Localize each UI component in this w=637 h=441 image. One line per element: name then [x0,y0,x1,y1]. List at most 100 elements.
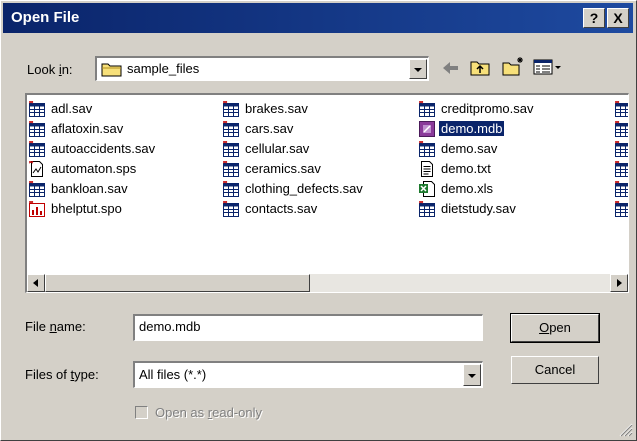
file-item[interactable]: brakes.sav [222,99,365,119]
open-file-dialog: Open File ? X Look in: sample_files adl.… [0,0,637,441]
file-name-label-key: n [49,319,57,334]
file-item[interactable]: bhelptut.spo [28,199,157,219]
txt-icon [419,161,435,177]
scroll-left-icon [33,279,38,287]
file-item[interactable]: demo.txt [419,159,535,179]
file-name-label-pre: File [25,319,50,334]
help-button[interactable]: ? [583,8,605,28]
dialog-title: Open File [11,9,80,26]
file-item-clipped[interactable] [614,179,628,199]
file-name: brakes.sav [245,101,308,116]
sav-icon [418,140,435,157]
file-item[interactable]: automaton.sps [28,159,157,179]
sav-icon [614,180,628,197]
read-only-checkbox[interactable] [135,406,148,419]
file-type-label-post: ype: [74,367,99,382]
file-name: automaton.sps [51,161,137,176]
file-name: creditpromo.sav [441,101,534,116]
file-name: dietstudy.sav [441,201,516,216]
file-item[interactable]: cellular.sav [222,139,365,159]
file-item[interactable]: dietstudy.sav [418,199,535,219]
mdb-icon [419,121,435,137]
view-menu-icon[interactable] [533,58,563,76]
file-name: cars.sav [245,121,294,136]
file-item[interactable]: ceramics.sav [222,159,365,179]
scroll-thumb[interactable] [45,274,310,292]
file-item[interactable]: bankloan.sav [28,179,157,199]
sav-icon [28,100,45,117]
look-in-label-pre: Look [27,62,59,77]
file-item[interactable]: demo.xls [419,179,535,199]
file-name: demo.mdb [437,120,506,137]
file-item[interactable]: adl.sav [28,99,157,119]
file-column-1: adl.sav aflatoxin.sav autoaccidents.sav aut… [28,99,157,219]
title-bar[interactable]: Open File ? X [3,3,633,33]
file-type-select[interactable]: All files (*.*) [133,361,483,388]
file-column-2: brakes.sav cars.sav cellular.sav ceramics.s… [222,99,365,219]
new-folder-icon[interactable] [501,55,525,77]
sav-icon [28,180,45,197]
open-button[interactable]: Open [510,313,600,343]
up-folder-icon[interactable] [469,57,491,77]
spo-icon [28,200,45,217]
file-name: demo.sav [441,141,498,156]
sav-icon [614,120,628,137]
look-in-combo[interactable]: sample_files [95,56,429,81]
look-in-label-post: n: [61,62,73,77]
file-name-input[interactable]: demo.mdb [133,314,483,341]
read-only-label-post: ead-only [212,405,262,420]
sav-icon [418,200,435,217]
close-button[interactable]: X [607,8,629,28]
sav-icon [222,160,239,177]
file-item-clipped[interactable] [614,119,628,139]
sav-icon [28,140,45,157]
file-type-label-pre: Files of [25,367,71,382]
sav-icon [614,200,628,217]
sav-icon [222,140,239,157]
scroll-right-button[interactable] [610,274,628,292]
scroll-left-button[interactable] [27,274,45,292]
file-name: bankloan.sav [51,181,128,196]
file-type-value: All files (*.*) [139,367,207,382]
file-type-label: Files of type: [25,367,99,382]
file-item-clipped[interactable] [614,199,628,219]
file-item-clipped[interactable] [614,99,628,119]
file-item[interactable]: autoaccidents.sav [28,139,157,159]
file-item[interactable]: clothing_defects.sav [222,179,365,199]
file-name-label-post: ame: [56,319,86,334]
sav-icon [28,120,45,137]
file-item-clipped[interactable] [614,139,628,159]
sav-icon [614,160,628,177]
look-in-dropdown-button[interactable] [409,59,427,79]
file-name: demo.txt [441,161,491,176]
file-name: demo.xls [441,181,494,196]
read-only-label: Open as read-only [155,405,262,420]
file-name: cellular.sav [245,141,310,156]
file-item[interactable]: demo.mdb [419,119,535,139]
scroll-right-icon [617,279,622,287]
open-button-key: O [539,320,550,335]
sav-icon [614,140,628,157]
xls-icon [419,181,435,197]
look-in-value: sample_files [127,61,200,76]
back-arrow-icon[interactable] [441,60,461,76]
file-item[interactable]: aflatoxin.sav [28,119,157,139]
sps-icon [28,160,45,177]
file-item[interactable]: cars.sav [222,119,365,139]
file-name: autoaccidents.sav [51,141,156,156]
sav-icon [222,100,239,117]
file-item-clipped[interactable] [614,159,628,179]
file-item[interactable]: creditpromo.sav [418,99,535,119]
file-list[interactable]: adl.sav aflatoxin.sav autoaccidents.sav aut… [25,93,629,293]
chevron-down-icon [468,374,476,378]
resize-grip-icon[interactable] [619,423,633,437]
cancel-button[interactable]: Cancel [511,356,599,384]
file-item[interactable]: contacts.sav [222,199,365,219]
file-item[interactable]: demo.sav [418,139,535,159]
look-in-label: Look in: [27,62,73,77]
file-type-dropdown-button[interactable] [463,364,481,386]
file-name: contacts.sav [245,201,318,216]
horizontal-scrollbar[interactable] [27,274,628,292]
sav-icon [222,180,239,197]
file-column-4 [614,99,628,219]
